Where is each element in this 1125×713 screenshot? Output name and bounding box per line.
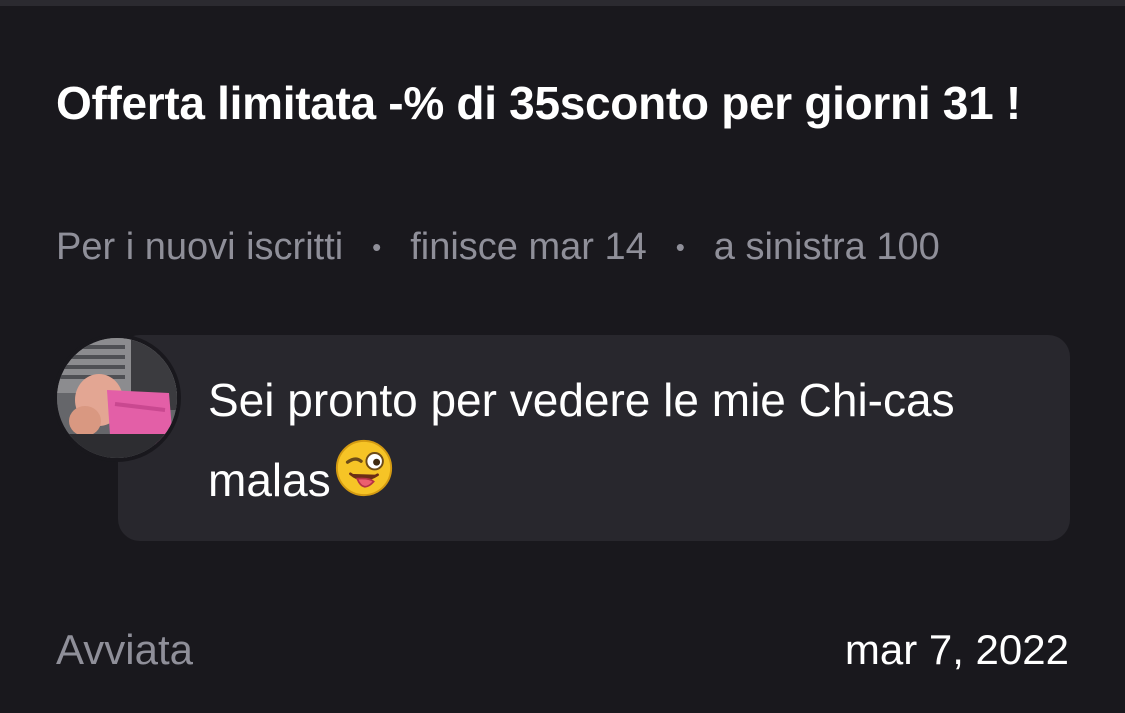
avatar[interactable] [53,334,181,462]
offer-status: Avviata [56,626,193,673]
offer-start-date: mar 7, 2022 [844,626,1069,673]
offer-meta-row: Per i nuovi iscritti • finisce mar 14 • … [56,222,940,272]
offer-end-date: finisce mar 14 [410,225,647,268]
promo-message: Sei pronto per vedere le mie Chi-cas mal… [208,360,1028,523]
meta-separator: • [675,231,685,262]
winking-face-with-tongue-icon [333,437,395,523]
promo-message-bubble: Sei pronto per vedere le mie Chi-cas mal… [118,335,1070,541]
meta-separator: • [372,231,382,262]
offer-title: Offerta limitata -% di 35sconto per gior… [56,77,1021,129]
top-divider [0,0,1125,6]
promo-message-text: Sei pronto per vedere le mie Chi-cas mal… [208,374,955,506]
offer-remaining: a sinistra 100 [713,225,940,268]
offer-audience: Per i nuovi iscritti [56,225,344,268]
